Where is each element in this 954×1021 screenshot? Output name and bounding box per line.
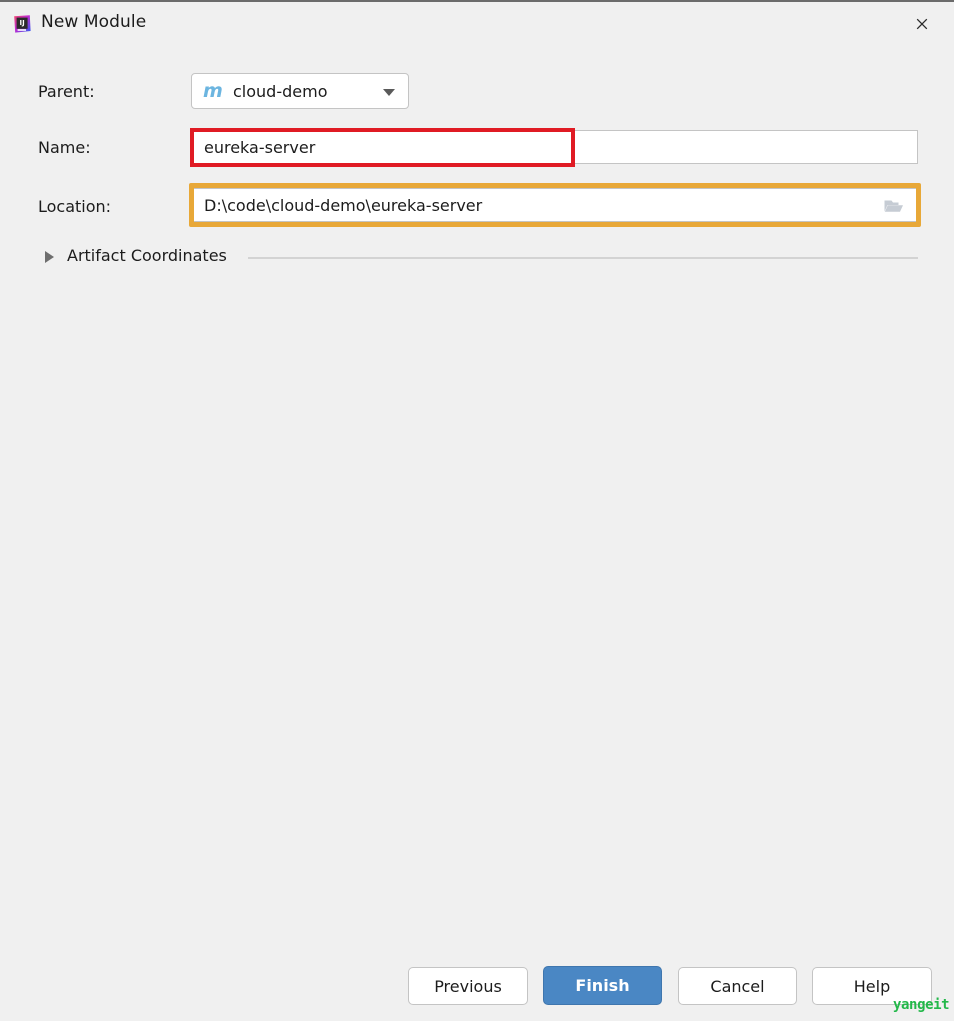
location-label: Location: — [38, 197, 112, 216]
folder-open-icon[interactable] — [883, 196, 905, 216]
artifact-coordinates-section[interactable]: Artifact Coordinates — [0, 246, 954, 270]
cancel-button[interactable]: Cancel — [678, 967, 797, 1005]
name-label: Name: — [38, 138, 91, 157]
watermark: yangeit — [893, 997, 950, 1013]
triangle-right-icon[interactable] — [45, 251, 54, 263]
section-separator — [248, 257, 918, 259]
close-icon[interactable] — [903, 8, 941, 40]
chevron-down-icon[interactable] — [383, 89, 395, 96]
window-title: New Module — [41, 12, 147, 32]
previous-button[interactable]: Previous — [408, 967, 528, 1005]
svg-text:IJ: IJ — [19, 19, 24, 27]
finish-button[interactable]: Finish — [543, 966, 662, 1005]
parent-selected-value: cloud-demo — [233, 82, 328, 101]
parent-combobox[interactable]: m cloud-demo — [191, 73, 409, 109]
artifact-coordinates-label: Artifact Coordinates — [67, 246, 227, 265]
location-input-value: D:\code\cloud-demo\eureka-server — [204, 196, 483, 215]
location-input[interactable]: D:\code\cloud-demo\eureka-server — [191, 188, 918, 222]
name-input-value: eureka-server — [204, 138, 316, 157]
maven-module-icon: m — [203, 80, 223, 102]
title-bar: IJ New Module — [0, 2, 954, 44]
name-input[interactable]: eureka-server — [191, 130, 918, 164]
parent-label: Parent: — [38, 82, 95, 101]
intellij-idea-icon: IJ — [12, 14, 32, 34]
